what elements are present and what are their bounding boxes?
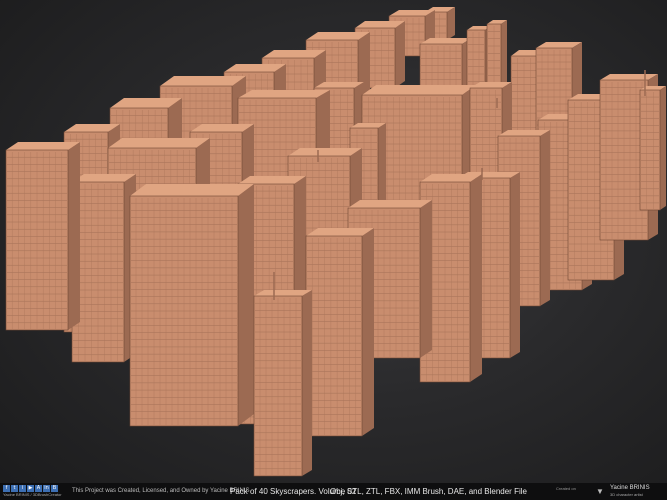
render-viewport: [0, 0, 667, 500]
instagram-icon[interactable]: i: [19, 485, 26, 492]
brand-name: Yacine BRINIS: [610, 485, 650, 491]
skyscraper-model: [253, 290, 312, 477]
twitter-icon[interactable]: t: [11, 485, 18, 492]
skyscraper-model: [5, 142, 80, 331]
social-icons: f t i ▶ Ain B: [3, 485, 58, 492]
ownership-note: This Project was Created, Licensed, and …: [72, 488, 250, 494]
brand-subtitle: 3D character artist: [610, 492, 643, 497]
file-formats: Obj, STL, ZTL, FBX, IMM Brush, DAE, and …: [330, 487, 527, 496]
footer-bar: f t i ▶ Ain B Yacine BRINIS / 3DBrushCreator …: [0, 483, 667, 500]
small-credit: Yacine BRINIS / 3DBrushCreator: [3, 492, 62, 497]
skyscraper-model: [71, 174, 136, 363]
skyscrapers-render: [5, 7, 666, 477]
linkedin-icon[interactable]: in: [43, 485, 50, 492]
artstation-icon[interactable]: A: [35, 485, 42, 492]
behance-icon[interactable]: B: [51, 485, 58, 492]
skyscraper-model: [305, 228, 374, 437]
created-on-label: Created on: [556, 486, 576, 491]
facebook-icon[interactable]: f: [3, 485, 10, 492]
youtube-icon[interactable]: ▶: [27, 485, 34, 492]
brand-logo-icon: ▼: [596, 487, 604, 496]
skyscraper-model: [639, 86, 666, 211]
skyscraper-model: [129, 184, 254, 427]
